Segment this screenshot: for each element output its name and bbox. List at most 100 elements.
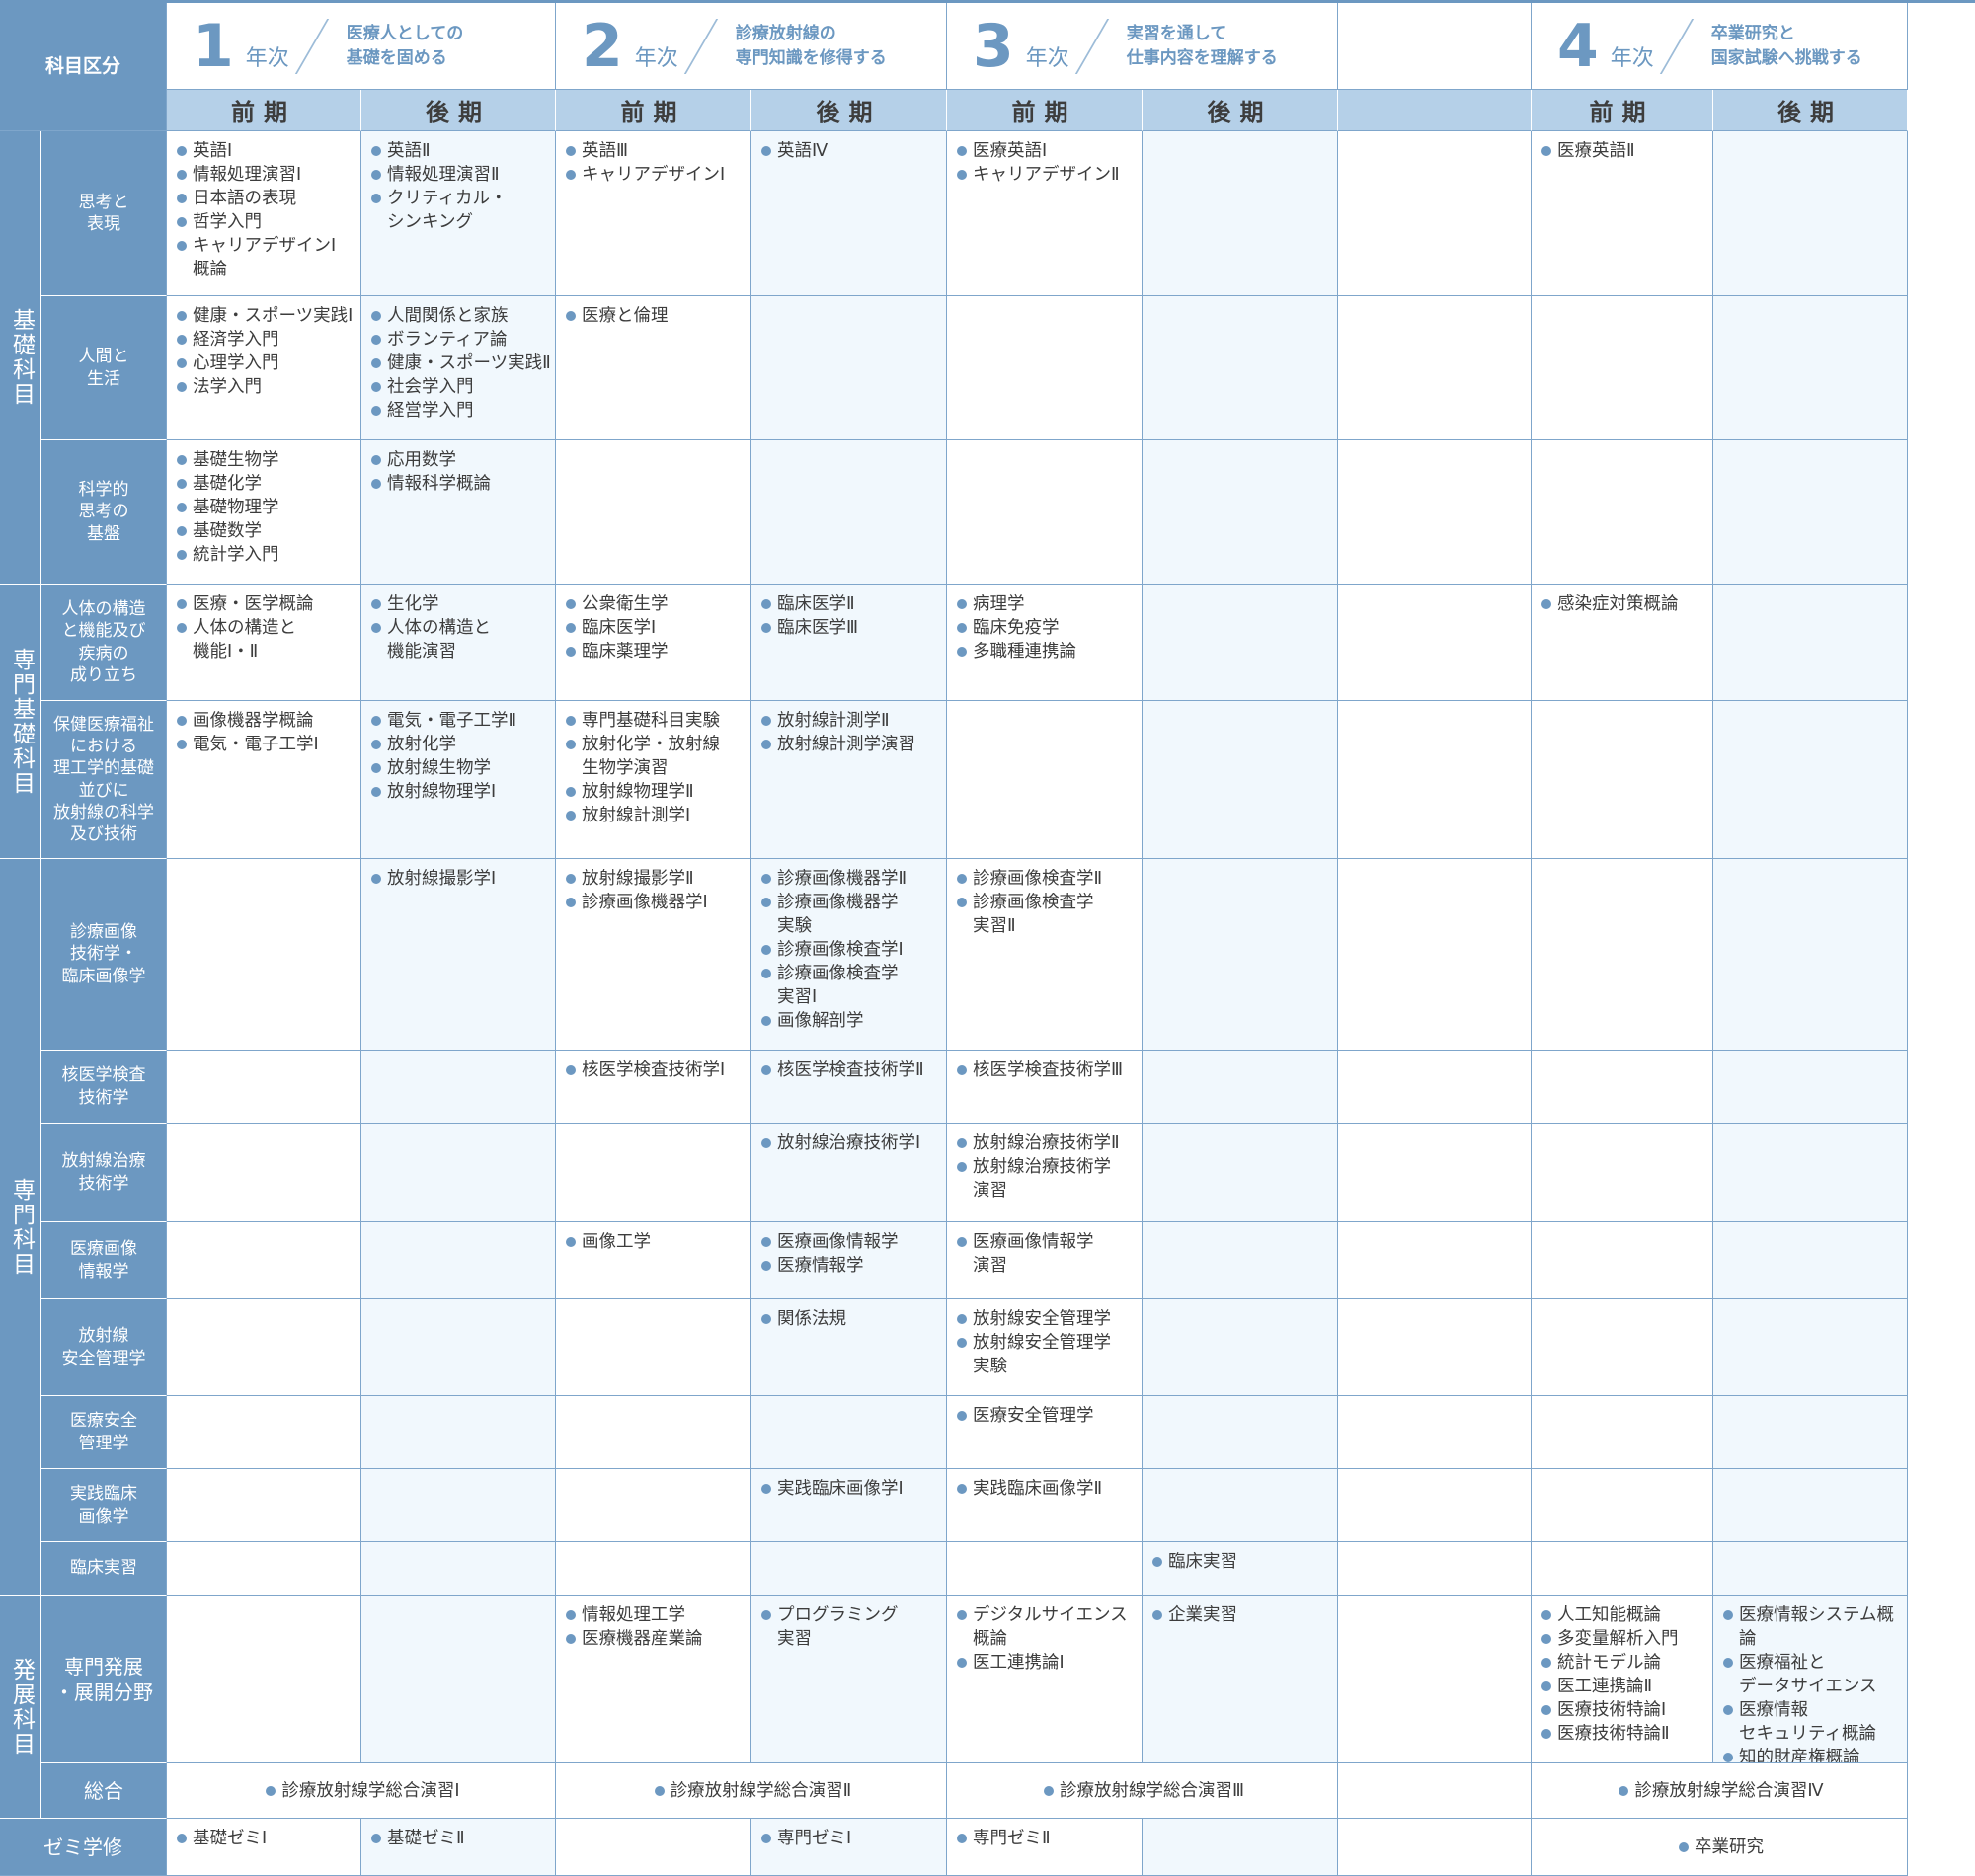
course-cell: 専門基礎科目実験 放射化学・放射線 生物学演習 放射線物理学Ⅱ 放射線計測学Ⅰ	[556, 701, 751, 859]
course-list: 健康・スポーツ実践Ⅰ 経済学入門 心理学入門 法学入門	[173, 304, 356, 399]
course-item: 医療情報 セキュリティ概論	[1719, 1698, 1903, 1746]
course-list: 人工知能概論 多変量解析入門 統計モデル論 医工連携論Ⅱ 医療技術特論Ⅰ 医療技術特論Ⅱ	[1538, 1603, 1708, 1746]
course-item: 医療機器産業論	[562, 1627, 747, 1651]
course-cell: 医療英語Ⅰ キャリアデザインⅡ	[947, 131, 1143, 296]
course-item: 医療技術特論Ⅱ	[1538, 1722, 1708, 1746]
course-cell	[1713, 859, 1908, 1051]
course-item: 医工連携論Ⅱ	[1538, 1675, 1708, 1698]
course-item: 実践臨床画像学Ⅰ	[757, 1477, 942, 1501]
course-cell	[1532, 1469, 1713, 1542]
course-item: 医療情報学	[757, 1254, 942, 1278]
sogo-cell: 診療放射線学総合演習Ⅲ	[947, 1763, 1338, 1819]
course-cell: 人間関係と家族 ボランティア論 健康・スポーツ実践Ⅱ 社会学入門 経営学入門	[361, 296, 556, 440]
course-list: 放射線撮影学Ⅰ	[367, 867, 551, 891]
empty-cell	[1338, 1542, 1532, 1596]
course-cell: 診療画像機器学Ⅱ 診療画像機器学 実験 診療画像検査学Ⅰ 診療画像検査学 実習Ⅰ 画像解…	[751, 859, 947, 1051]
course-cell	[1532, 701, 1713, 859]
course-cell: 英語Ⅳ	[751, 131, 947, 296]
course-cell	[361, 1542, 556, 1596]
course-item: 生化学	[367, 592, 551, 616]
course-item: 臨床薬理学	[562, 640, 747, 664]
course-cell	[167, 1222, 361, 1299]
course-cell	[1143, 1396, 1338, 1469]
course-item: 公衆衛生学	[562, 592, 747, 616]
course-item: ボランティア論	[367, 328, 551, 352]
term-header: 後期	[361, 90, 556, 131]
course-item: 放射線撮影学Ⅰ	[367, 867, 551, 891]
course-cell	[1713, 1542, 1908, 1596]
subcategory-text: 人間と 生活	[78, 347, 129, 389]
course-item: 統計モデル論	[1538, 1651, 1708, 1675]
course-item: 専門ゼミⅡ	[953, 1827, 1138, 1850]
course-list: 専門ゼミⅠ	[757, 1827, 942, 1850]
course-item: キャリアデザインⅠ	[562, 163, 747, 187]
course-item: 情報処理演習Ⅱ	[367, 163, 551, 187]
course-item: 健康・スポーツ実践Ⅰ	[173, 304, 356, 328]
year-label: 年次	[1025, 45, 1069, 71]
course-cell	[556, 1469, 751, 1542]
subcategory-label: 診療画像 技術学・ 臨床画像学	[41, 859, 167, 1051]
course-list: 臨床医学Ⅱ 臨床医学Ⅲ	[757, 592, 942, 640]
zemi-cell: 基礎ゼミⅡ	[361, 1819, 556, 1876]
year-label: 年次	[1610, 45, 1654, 71]
course-list: 核医学検査技術学Ⅲ	[953, 1058, 1138, 1082]
course-cell	[167, 1051, 361, 1124]
course-item: 臨床医学Ⅱ	[757, 592, 942, 616]
term-header: 前期	[167, 90, 361, 131]
empty-cell	[1338, 1299, 1532, 1396]
course-list: 生化学 人体の構造と 機能演習	[367, 592, 551, 664]
course-item: 英語Ⅲ	[562, 139, 747, 163]
subcategory-text: 放射線治療 技術学	[61, 1151, 146, 1194]
course-cell: 医療安全管理学	[947, 1396, 1143, 1469]
curriculum-table: 科目区分 1 年次 医療人としての 基礎を固める 2 年次 診療放射線の 専門知識を修得す…	[0, 0, 1975, 1876]
course-list: 診療放射線学総合演習Ⅰ	[262, 1779, 460, 1803]
course-item: 経済学入門	[173, 328, 356, 352]
course-cell	[361, 1299, 556, 1396]
subcategory-label: 放射線 安全管理学	[41, 1299, 167, 1396]
course-item: 情報処理工学	[562, 1603, 747, 1627]
course-list: 医療画像情報学 演習	[953, 1230, 1138, 1278]
term-header: 後期	[1713, 90, 1908, 131]
course-list: 企業実習	[1148, 1603, 1333, 1627]
empty-cell	[1338, 585, 1532, 701]
course-item: 医療技術特論Ⅰ	[1538, 1698, 1708, 1722]
slash-divider	[1659, 18, 1694, 74]
course-list: 専門基礎科目実験 放射化学・放射線 生物学演習 放射線物理学Ⅱ 放射線計測学Ⅰ	[562, 709, 747, 827]
course-item: 放射線生物学	[367, 756, 551, 780]
zemi-cell: 専門ゼミⅠ	[751, 1819, 947, 1876]
course-item: 哲学入門	[173, 210, 356, 234]
term-header: 前期	[1532, 90, 1713, 131]
course-cell	[167, 1124, 361, 1222]
course-item: 情報科学概論	[367, 472, 551, 496]
empty-term	[1338, 90, 1532, 131]
subcategory-label: 専門発展 ・展開分野	[41, 1596, 167, 1763]
course-cell	[1143, 440, 1338, 585]
course-item: 画像機器学概論	[173, 709, 356, 733]
course-cell: 人工知能概論 多変量解析入門 統計モデル論 医工連携論Ⅱ 医療技術特論Ⅰ 医療技術特論Ⅱ	[1532, 1596, 1713, 1763]
course-cell: 応用数学 情報科学概論	[361, 440, 556, 585]
course-item: 医療英語Ⅰ	[953, 139, 1138, 163]
subcategory-text: 保健医療福祉 における 理工学的基礎 並びに 放射線の科学 及び技術	[53, 715, 154, 844]
course-cell	[1713, 1051, 1908, 1124]
course-list: 核医学検査技術学Ⅱ	[757, 1058, 942, 1082]
course-item: 経営学入門	[367, 399, 551, 423]
subcategory-label: 人間と 生活	[41, 296, 167, 440]
year-description: 卒業研究と 国家試験へ挑戦する	[1710, 23, 1862, 68]
course-item: 医療画像情報学 演習	[953, 1230, 1138, 1278]
course-list: 放射線計測学Ⅱ 放射線計測学演習	[757, 709, 942, 756]
course-item: 放射線治療技術学Ⅱ	[953, 1132, 1138, 1155]
subcategory-text: 放射線 安全管理学	[61, 1326, 146, 1368]
course-cell	[947, 1542, 1143, 1596]
course-list: 英語Ⅳ	[757, 139, 942, 163]
course-item: 放射線計測学Ⅱ	[757, 709, 942, 733]
empty-cell	[1338, 1763, 1532, 1819]
course-list: 医療安全管理学	[953, 1404, 1138, 1428]
course-cell	[947, 701, 1143, 859]
course-item: 診療画像検査学Ⅰ	[757, 938, 942, 962]
course-item: 電気・電子工学Ⅱ	[367, 709, 551, 733]
course-cell: 診療画像検査学Ⅱ 診療画像検査学 実習Ⅱ	[947, 859, 1143, 1051]
year-header-3: 3 年次 実習を通して 仕事内容を理解する	[947, 3, 1338, 90]
empty-cell	[1338, 296, 1532, 440]
course-cell: 画像工学	[556, 1222, 751, 1299]
course-cell	[1143, 1124, 1338, 1222]
